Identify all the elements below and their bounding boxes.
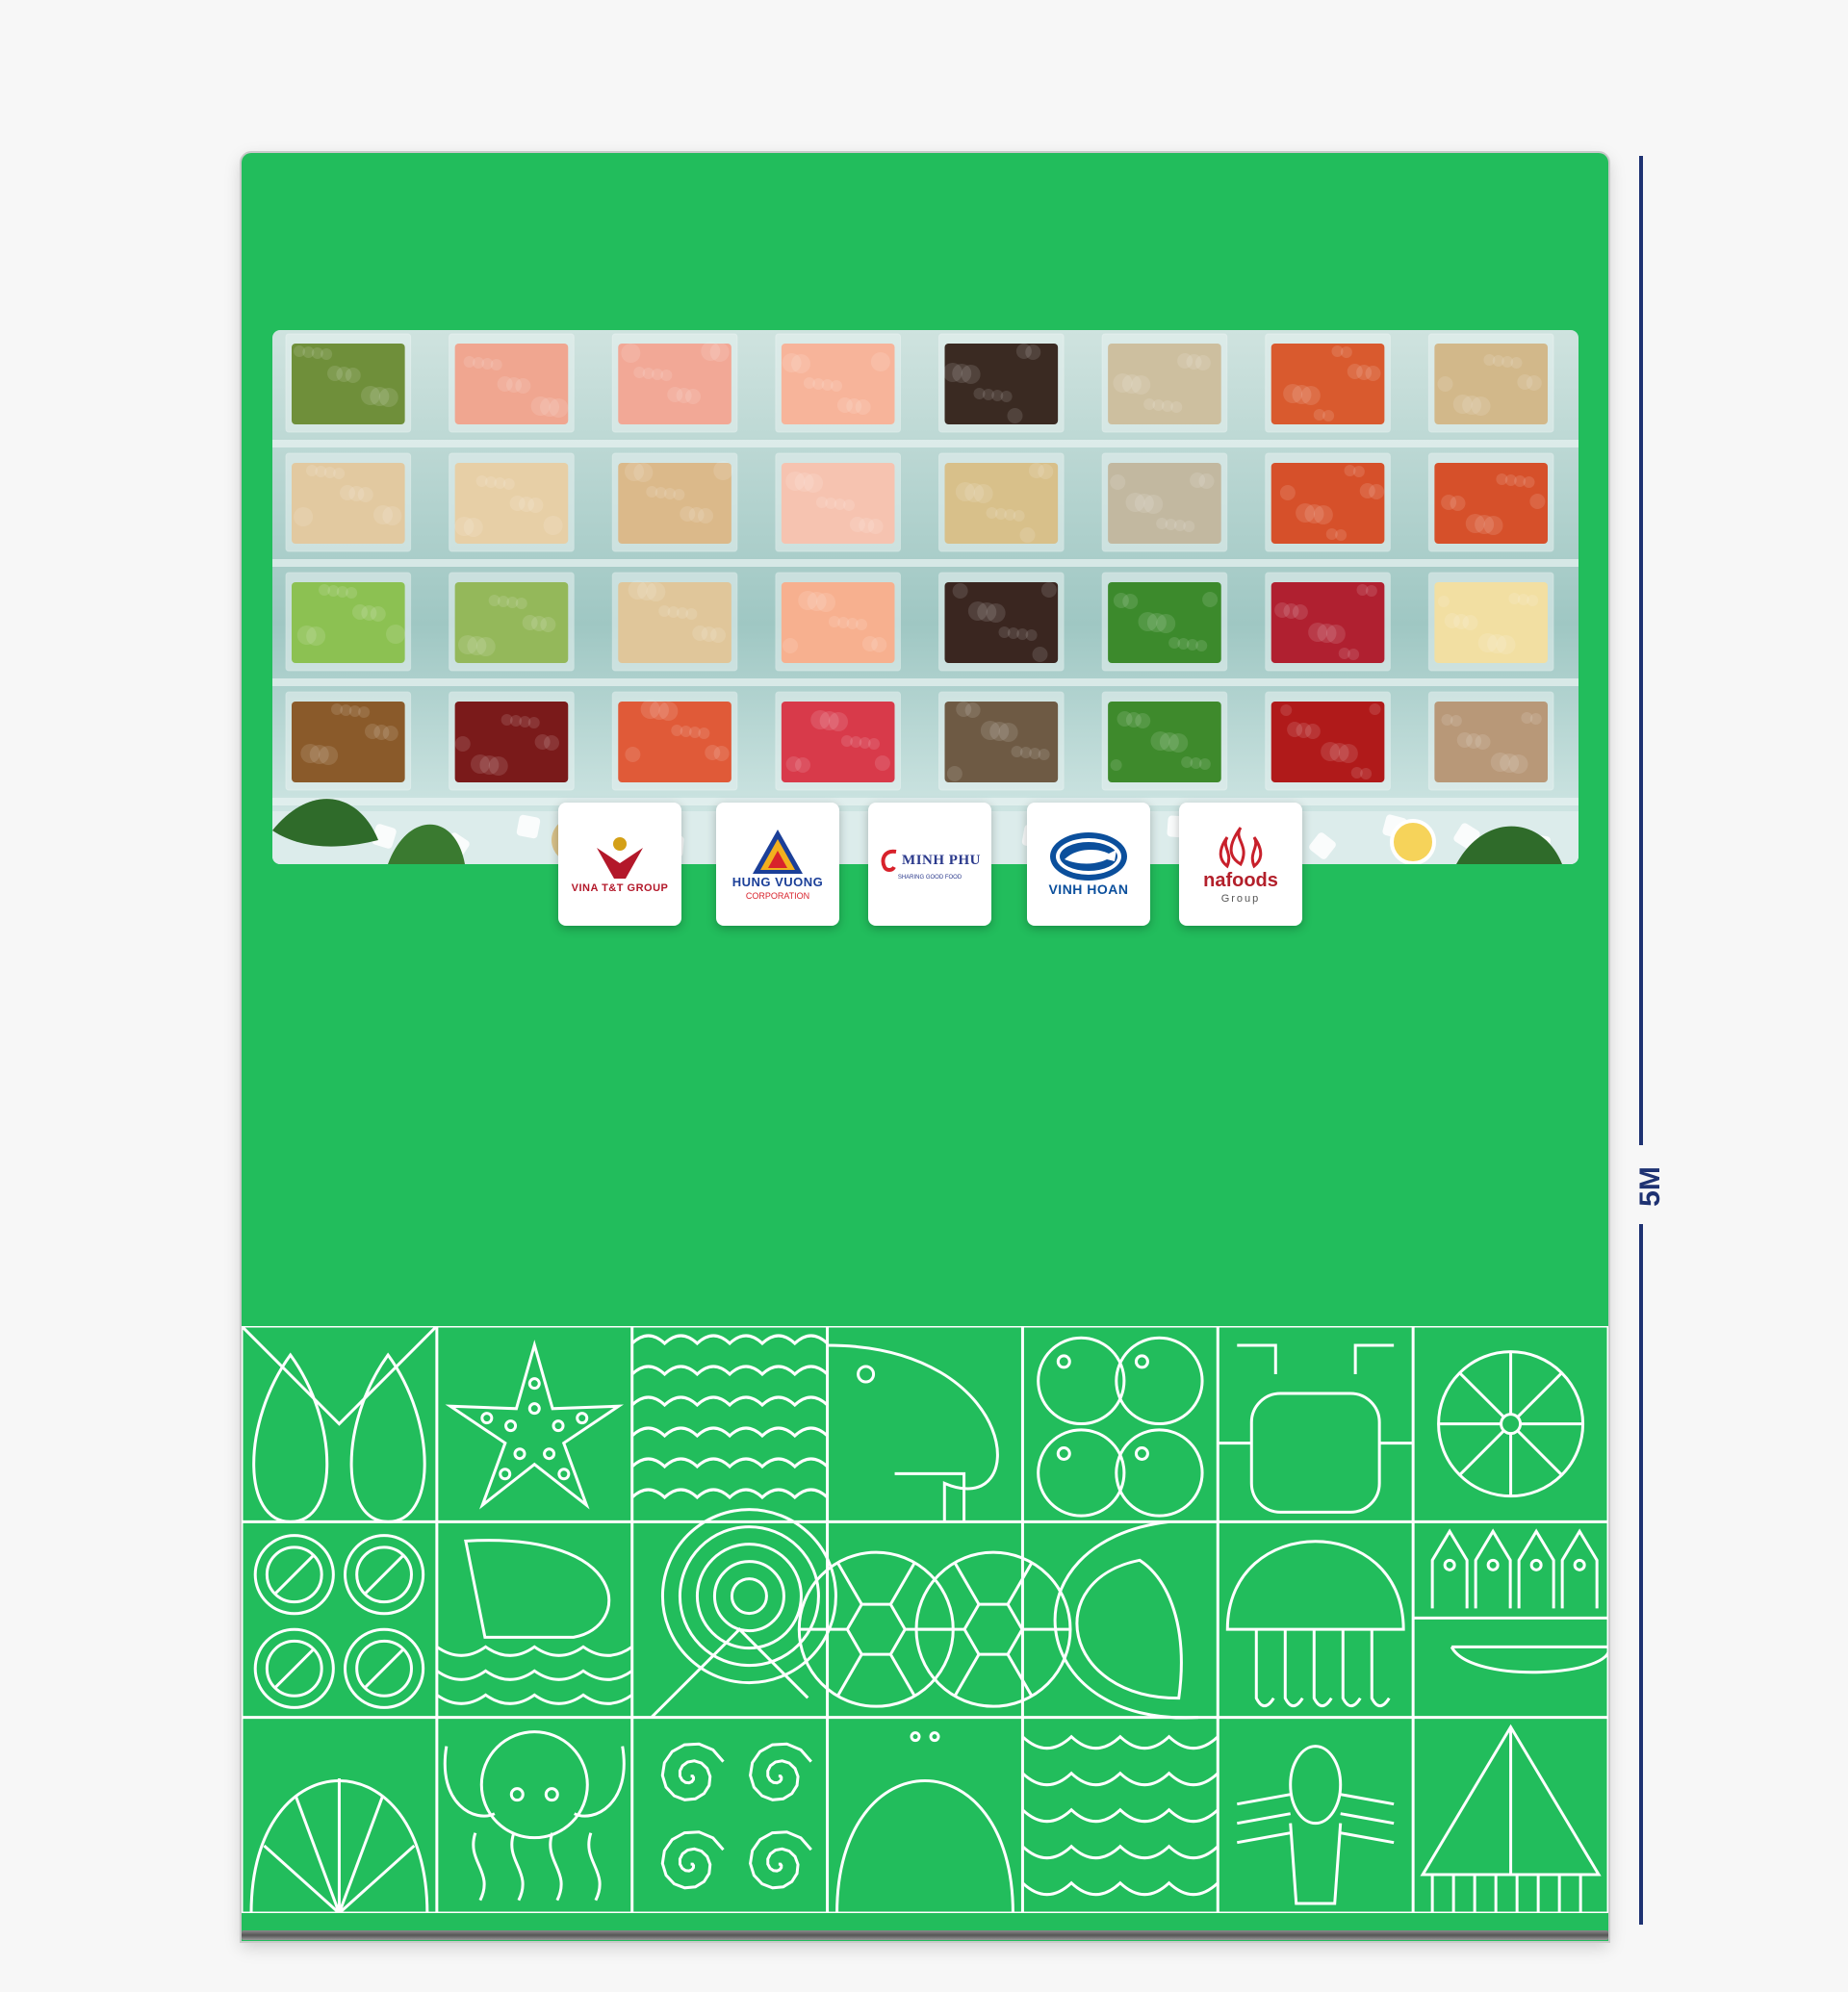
dimension-label: 5M [1634, 1166, 1666, 1207]
logo-minh-phu: MINH PHU SHARING GOOD FOOD [868, 803, 991, 926]
logo-name: HUNG VUONG [732, 874, 824, 889]
logo-name: nafoods [1203, 870, 1278, 891]
logo-vina-tt-group: VINA T&T GROUP [558, 803, 681, 926]
food-showcase-photo [272, 330, 1578, 864]
logo-subtitle: SHARING GOOD FOOD [897, 875, 962, 881]
logo-hung-vuong: HUNG VUONG CORPORATION [716, 803, 839, 926]
logo-name: MINH PHU [902, 852, 981, 868]
logo-name: VINA T&T GROUP [571, 881, 669, 894]
logo-vinh-hoan: VINH HOAN [1027, 803, 1150, 926]
partner-logos-row: VINA T&T GROUP HUNG VUONG CORPORATION MI… [558, 803, 1309, 928]
triangle-icon [753, 829, 803, 874]
dimension-line [1639, 156, 1643, 1925]
floor-baseline [242, 1930, 1608, 1940]
flame-icon [1219, 827, 1263, 869]
seafood-pattern-grid [242, 1326, 1608, 1913]
logo-nafoods: nafoods Group [1179, 803, 1302, 926]
food-grid-icon [272, 333, 1578, 864]
shrimp-icon [881, 849, 897, 872]
logo-subtitle: Group [1220, 893, 1261, 905]
person-icon [597, 836, 643, 879]
logo-wordmark: MINH PHU [879, 848, 981, 873]
logo-subtitle: CORPORATION [745, 891, 810, 902]
logo-name: VINH HOAN [1048, 881, 1129, 898]
fish-icon [1050, 832, 1127, 881]
